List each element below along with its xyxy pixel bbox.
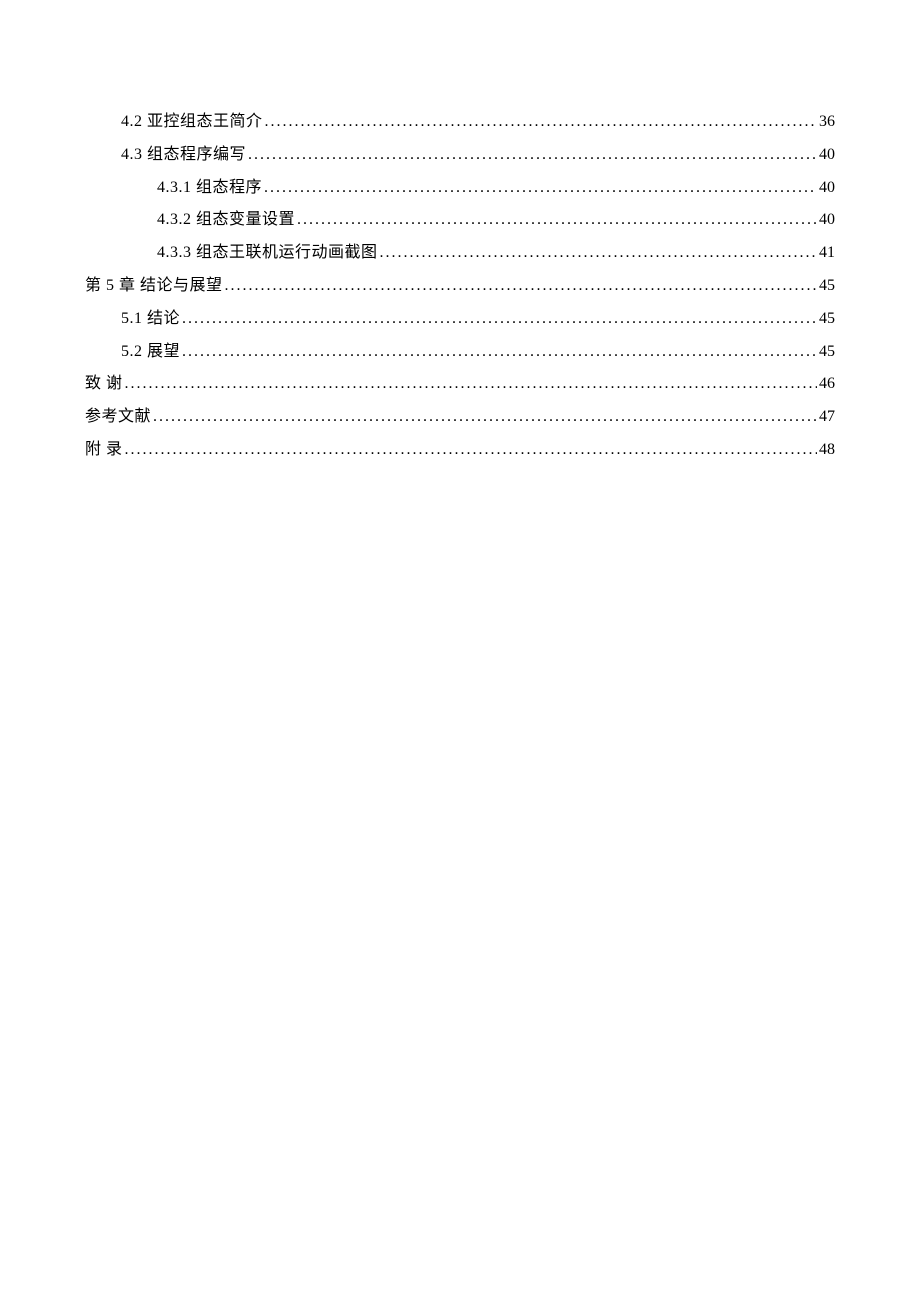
- toc-leader-dots: [263, 106, 817, 139]
- toc-entry-label: 4.3.2 组态变量设置: [157, 204, 295, 237]
- toc-entry: 4.3 组态程序编写 40: [85, 139, 835, 172]
- toc-entry-page: 40: [817, 139, 835, 172]
- toc-entry-label: 致 谢: [85, 368, 123, 401]
- toc-entry-label: 第 5 章 结论与展望: [85, 270, 223, 303]
- toc-leader-dots: [295, 204, 817, 237]
- toc-entry: 附 录 48: [85, 434, 835, 467]
- toc-leader-dots: [262, 172, 817, 205]
- toc-entry-page: 46: [817, 368, 835, 401]
- toc-entry: 5.1 结论 45: [85, 303, 835, 336]
- table-of-contents: 4.2 亚控组态王简介364.3 组态程序编写404.3.1 组态程序404.3…: [85, 106, 835, 467]
- toc-entry-label: 4.2 亚控组态王简介: [121, 106, 263, 139]
- toc-entry: 4.2 亚控组态王简介 36: [85, 106, 835, 139]
- toc-entry-page: 47: [817, 401, 835, 434]
- toc-entry-page: 48: [817, 434, 835, 467]
- toc-entry: 5.2 展望 45: [85, 336, 835, 369]
- toc-leader-dots: [180, 303, 817, 336]
- toc-entry: 4.3.1 组态程序 40: [85, 172, 835, 205]
- toc-entry-label: 5.2 展望: [121, 336, 180, 369]
- toc-entry: 致 谢 46: [85, 368, 835, 401]
- toc-entry-label: 参考文献: [85, 401, 151, 434]
- toc-leader-dots: [123, 434, 817, 467]
- toc-entry-page: 40: [817, 204, 835, 237]
- toc-entry-label: 附 录: [85, 434, 123, 467]
- toc-entry: 参考文献 47: [85, 401, 835, 434]
- toc-entry-label: 4.3.3 组态王联机运行动画截图: [157, 237, 378, 270]
- toc-entry-label: 4.3.1 组态程序: [157, 172, 262, 205]
- toc-entry-label: 4.3 组态程序编写: [121, 139, 246, 172]
- toc-leader-dots: [378, 237, 817, 270]
- toc-entry: 4.3.3 组态王联机运行动画截图 41: [85, 237, 835, 270]
- toc-leader-dots: [151, 401, 817, 434]
- toc-entry-page: 36: [817, 106, 835, 139]
- toc-entry: 4.3.2 组态变量设置 40: [85, 204, 835, 237]
- toc-leader-dots: [223, 270, 817, 303]
- toc-entry: 第 5 章 结论与展望 45: [85, 270, 835, 303]
- toc-leader-dots: [180, 336, 817, 369]
- toc-entry-page: 41: [817, 237, 835, 270]
- toc-leader-dots: [246, 139, 817, 172]
- toc-entry-label: 5.1 结论: [121, 303, 180, 336]
- toc-entry-page: 45: [817, 270, 835, 303]
- toc-entry-page: 40: [817, 172, 835, 205]
- toc-leader-dots: [123, 368, 817, 401]
- toc-entry-page: 45: [817, 303, 835, 336]
- toc-entry-page: 45: [817, 336, 835, 369]
